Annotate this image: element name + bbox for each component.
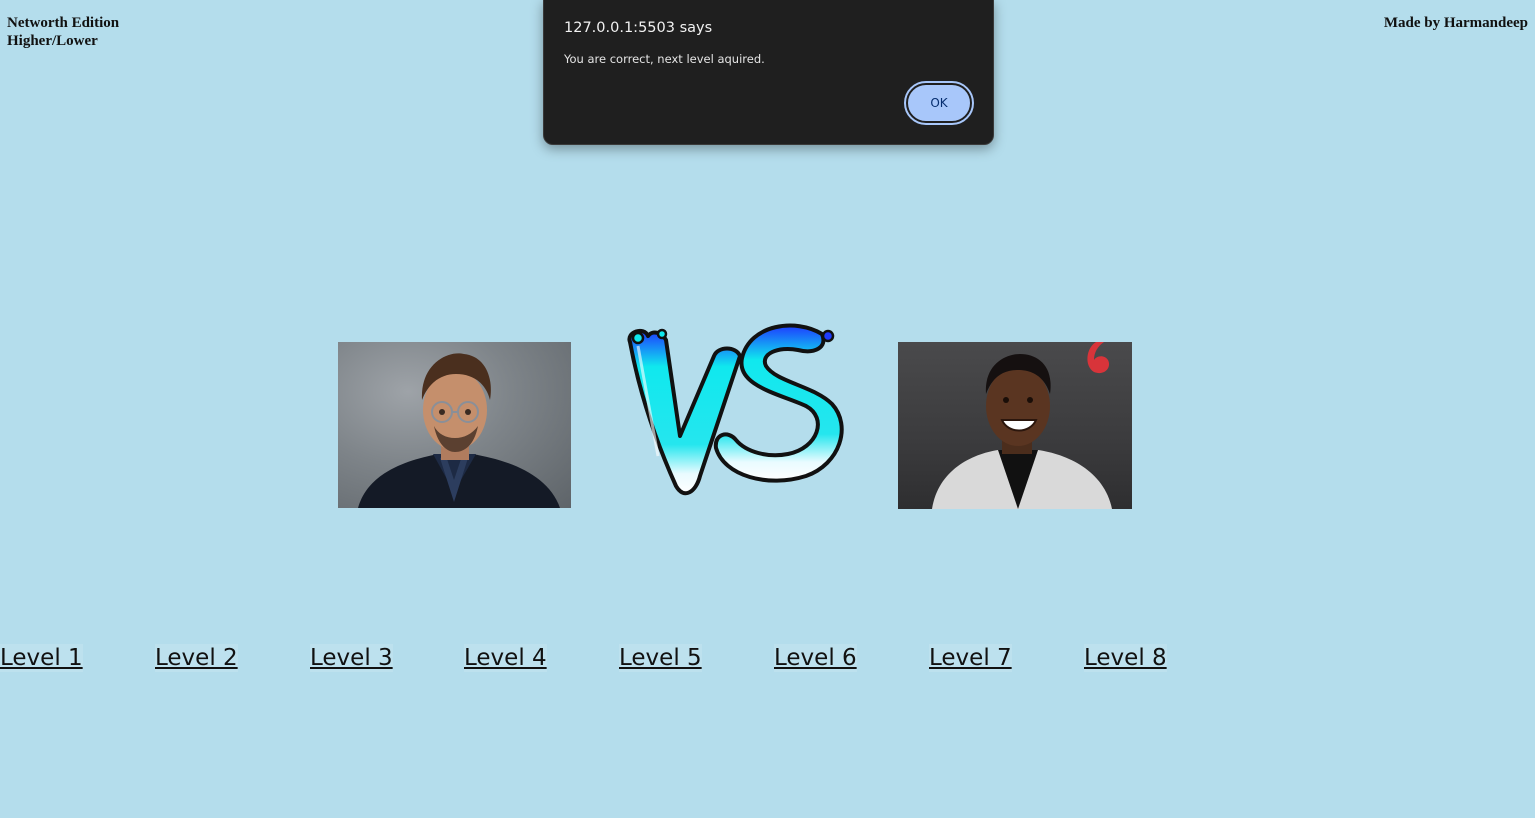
portrait-man-glasses-icon	[358, 353, 560, 508]
left-celebrity-image[interactable]	[338, 342, 571, 508]
level-6-link[interactable]: Level 6	[774, 644, 857, 672]
author-credit: Made by Harmandeep	[1383, 15, 1528, 31]
level-4-link[interactable]: Level 4	[464, 644, 547, 672]
vs-icon	[618, 316, 848, 508]
right-celebrity-image[interactable]	[898, 342, 1132, 509]
game-title: Networth Edition Higher/Lower	[7, 14, 119, 50]
level-links: Level 1 Level 2 Level 3 Level 4 Level 5 …	[0, 644, 1200, 674]
dialog-title: 127.0.0.1:5503 says	[564, 20, 713, 36]
level-2-link[interactable]: Level 2	[155, 644, 238, 672]
ok-button[interactable]: OK	[904, 81, 974, 125]
alert-dialog: 127.0.0.1:5503 says You are correct, nex…	[543, 0, 994, 145]
level-8-link[interactable]: Level 8	[1084, 644, 1167, 672]
page: Networth Edition Higher/Lower Made by Ha…	[0, 0, 1535, 818]
dialog-message: You are correct, next level aquired.	[564, 52, 765, 66]
level-5-link[interactable]: Level 5	[619, 644, 702, 672]
portrait-man-smiling-icon	[932, 342, 1112, 509]
title-line-1: Networth Edition	[7, 15, 120, 31]
level-3-link[interactable]: Level 3	[310, 644, 393, 672]
level-1-link[interactable]: Level 1	[0, 644, 83, 672]
level-7-link[interactable]: Level 7	[929, 644, 1012, 672]
title-line-2: Higher/Lower	[7, 33, 98, 49]
